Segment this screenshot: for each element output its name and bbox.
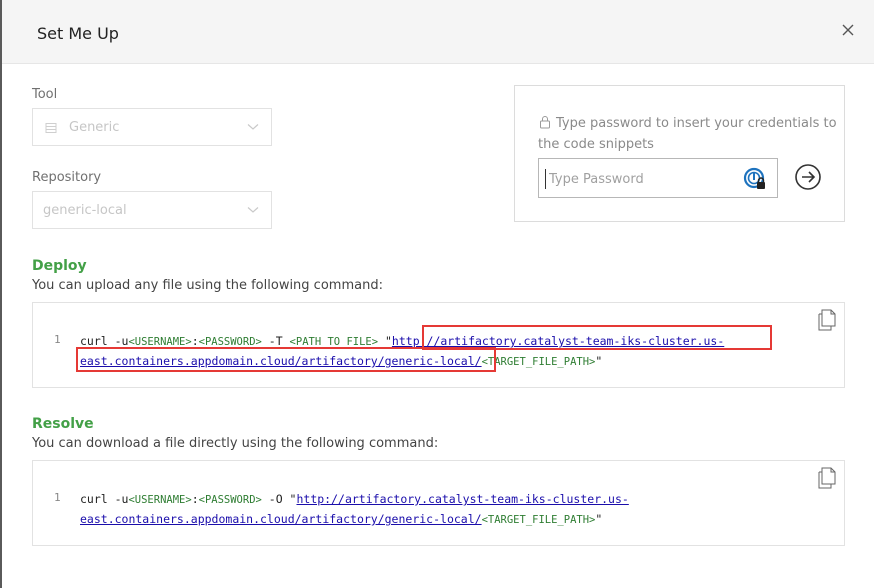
- target-path-token: <TARGET_FILE_PATH>: [481, 356, 596, 368]
- repository-value: generic-local: [43, 203, 127, 218]
- password-manager-icon[interactable]: [743, 167, 767, 191]
- deploy-description: You can upload any file using the follow…: [32, 278, 383, 293]
- resolve-code-block: 1 curl -u<USERNAME>:<PASSWORD> -O " http:…: [32, 460, 845, 546]
- username-token: <USERNAME>: [128, 494, 192, 506]
- code-colon: :: [191, 334, 199, 348]
- code-command: curl -u: [80, 334, 129, 348]
- close-icon[interactable]: [838, 20, 858, 40]
- deploy-code-block: 1 curl -u<USERNAME>:<PASSWORD> -T <PATH_…: [32, 302, 845, 388]
- line-number: 1: [54, 333, 61, 346]
- resolve-title: Resolve: [32, 416, 94, 432]
- chevron-down-icon: [247, 124, 259, 130]
- repository-label: Repository: [32, 170, 102, 185]
- code-colon: :: [191, 492, 199, 506]
- password-field[interactable]: [538, 158, 778, 198]
- lock-icon: [540, 116, 550, 129]
- resolve-url-link-continued[interactable]: east.containers.appdomain.cloud/artifact…: [80, 512, 482, 526]
- username-token: <USERNAME>: [128, 336, 192, 348]
- password-token: <PASSWORD>: [198, 494, 262, 506]
- copy-icon[interactable]: [818, 309, 836, 331]
- credentials-hint: Type password to insert your credentials…: [538, 113, 838, 155]
- chevron-down-icon: [247, 207, 259, 213]
- resolve-description: You can download a file directly using t…: [32, 436, 439, 451]
- deploy-command: curl -u<USERNAME>:<PASSWORD> -T <PATH_TO…: [80, 332, 780, 372]
- path-token: <PATH_TO_FILE>: [289, 336, 379, 348]
- code-command: curl -u: [80, 492, 129, 506]
- tool-label: Tool: [32, 87, 58, 102]
- copy-icon[interactable]: [818, 467, 836, 489]
- line-number: 1: [54, 491, 61, 504]
- deploy-title: Deploy: [32, 258, 87, 274]
- dialog-header: Set Me Up: [2, 0, 874, 64]
- password-input[interactable]: [545, 169, 735, 189]
- deploy-url-link-continued[interactable]: east.containers.appdomain.cloud/artifact…: [80, 354, 482, 368]
- deploy-url-link[interactable]: http://artifactory.catalyst-team-iks-clu…: [392, 334, 724, 348]
- credentials-panel: Type password to insert your credentials…: [514, 85, 845, 222]
- code-quote-close: ": [595, 354, 603, 368]
- credentials-hint-text: Type password to insert your credentials…: [538, 116, 837, 152]
- resolve-url-link[interactable]: http://artifactory.catalyst-team-iks-clu…: [296, 492, 628, 506]
- tool-select[interactable]: Generic: [32, 108, 272, 146]
- code-flag: -T: [261, 334, 290, 348]
- tool-value: Generic: [69, 120, 120, 135]
- code-flag: -O: [261, 492, 290, 506]
- password-token: <PASSWORD>: [198, 336, 262, 348]
- list-icon: [45, 123, 57, 133]
- dialog-title: Set Me Up: [37, 24, 119, 43]
- arrow-right-circle-icon[interactable]: [794, 163, 822, 191]
- code-quote-close: ": [595, 512, 603, 526]
- code-quote: ": [378, 334, 392, 348]
- target-path-token: <TARGET_FILE_PATH>: [481, 514, 596, 526]
- resolve-command: curl -u<USERNAME>:<PASSWORD> -O " http://…: [80, 490, 780, 530]
- set-me-up-dialog: Set Me Up Tool Generic Repository generi…: [2, 0, 874, 588]
- repository-select[interactable]: generic-local: [32, 191, 272, 229]
